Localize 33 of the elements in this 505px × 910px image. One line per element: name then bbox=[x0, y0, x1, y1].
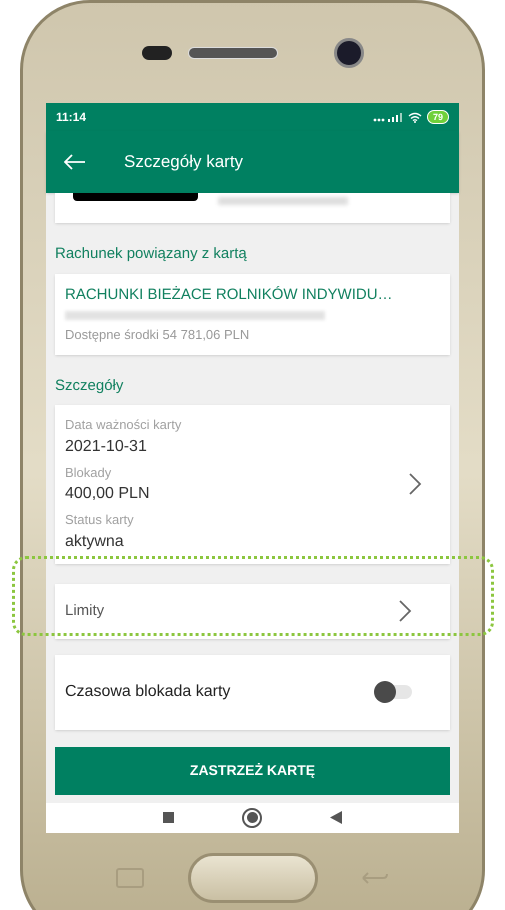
limits-label: Limity bbox=[65, 600, 104, 621]
status-time: 11:14 bbox=[56, 109, 86, 126]
chevron-right-icon bbox=[398, 599, 412, 623]
battery-level: 79 bbox=[426, 110, 449, 124]
field-value: aktywna bbox=[65, 532, 125, 552]
toggle-switch[interactable] bbox=[374, 681, 412, 703]
signal-icon bbox=[372, 112, 403, 122]
speaker-grille-icon bbox=[188, 47, 278, 59]
home-icon[interactable] bbox=[242, 808, 262, 828]
block-card-button[interactable]: ZASTRZEŻ KARTĘ bbox=[55, 746, 450, 794]
camera-icon bbox=[334, 38, 364, 68]
back-icon[interactable] bbox=[330, 811, 342, 824]
field-value: 400,00 PLN bbox=[65, 484, 151, 504]
field-label: Data ważności karty bbox=[65, 416, 182, 434]
recents-icon[interactable] bbox=[163, 812, 174, 824]
account-name: RACHUNKI BIEŻACE ROLNIKÓW INDYWIDU… bbox=[65, 284, 394, 304]
sensor-icon bbox=[142, 46, 172, 60]
limits-row[interactable]: Limity bbox=[55, 584, 450, 638]
field-value: 2021-10-31 bbox=[65, 436, 148, 456]
details-card[interactable]: Data ważności karty 2021-10-31 Blokady 400,00 PLN Status karty aktywna bbox=[55, 405, 450, 564]
recent-apps-key-icon bbox=[116, 868, 144, 888]
back-key-icon bbox=[361, 870, 389, 886]
back-arrow-icon[interactable] bbox=[64, 154, 86, 170]
screen-title: Szczegóły karty bbox=[124, 151, 244, 174]
available-balance: Dostępne środki 54 781,06 PLN bbox=[65, 326, 250, 344]
section-heading: Szczegóły bbox=[55, 376, 124, 396]
section-heading: Rachunek powiązany z kartą bbox=[55, 244, 248, 264]
field-label: Blokady bbox=[65, 464, 112, 482]
wifi-icon bbox=[408, 112, 422, 122]
field-label: Status karty bbox=[65, 511, 135, 529]
account-card[interactable]: RACHUNKI BIEŻACE ROLNIKÓW INDYWIDU… Dostępne środki 54 781,06 PLN bbox=[55, 274, 450, 354]
chevron-right-icon bbox=[408, 472, 422, 496]
time-lock-label: Czasowa blokada karty bbox=[65, 682, 230, 702]
